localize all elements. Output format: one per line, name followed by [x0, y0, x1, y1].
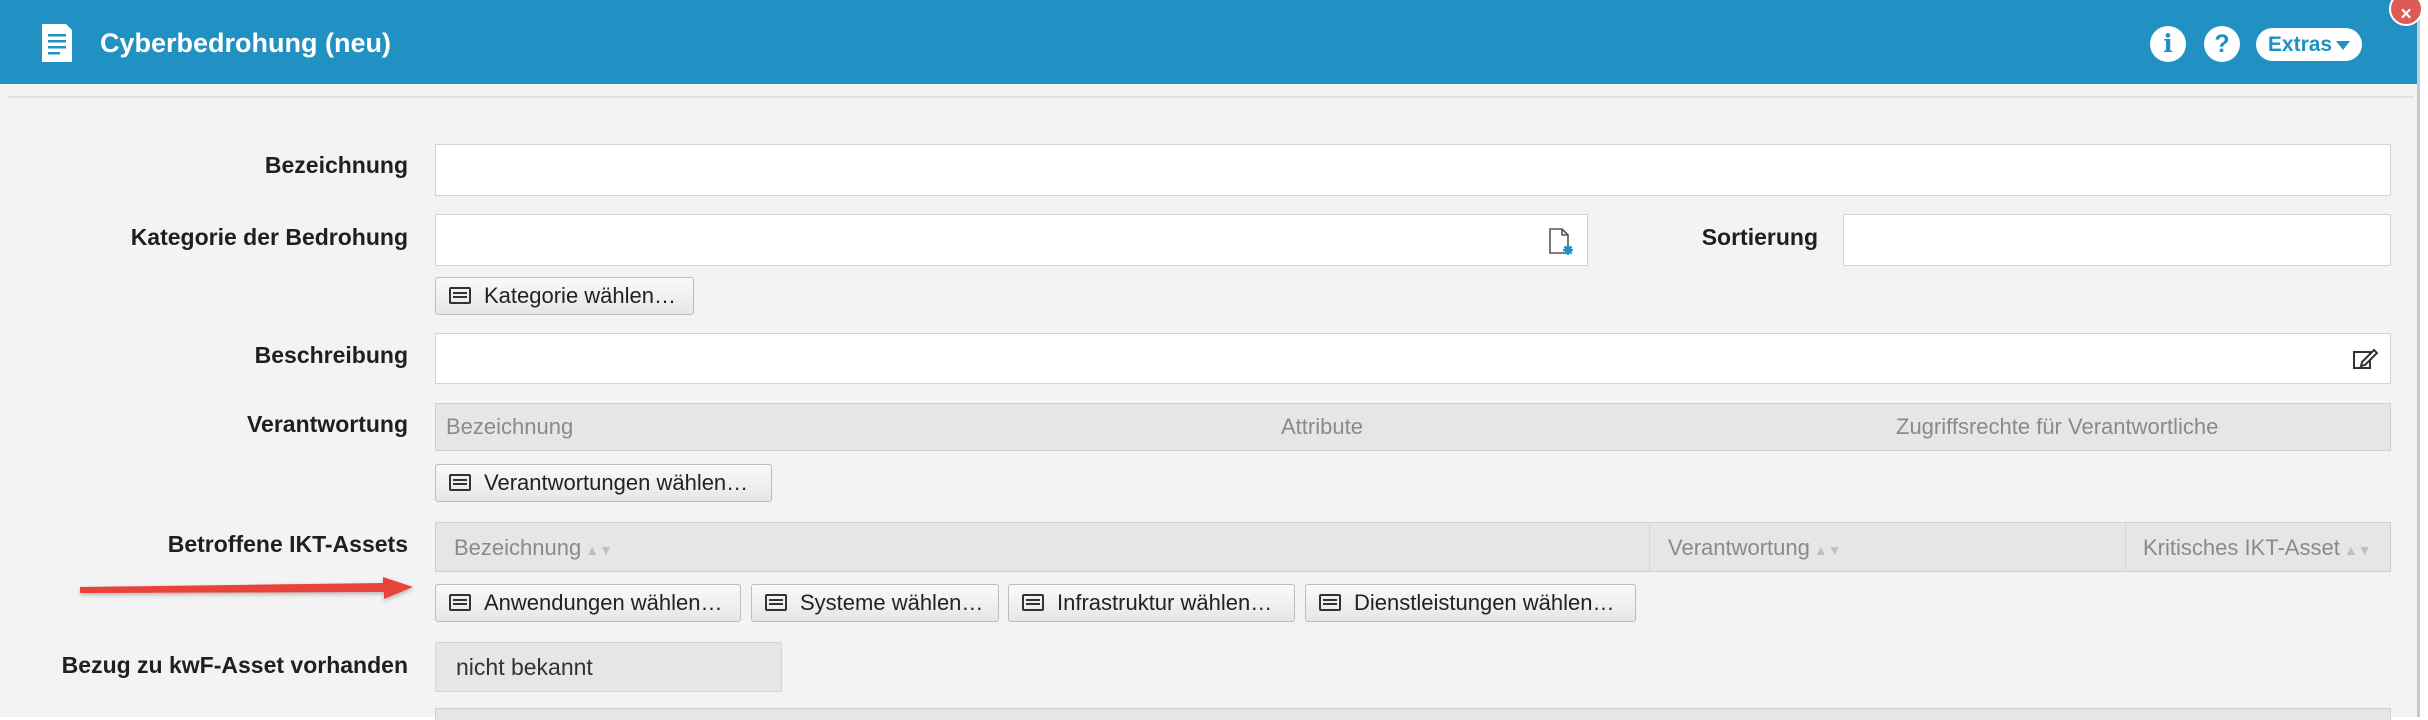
column-header-zugriffsrechte[interactable]: Zugriffsrechte für Verantwortliche [1896, 404, 2218, 450]
systeme-waehlen-button[interactable]: Systeme wählen… [751, 584, 999, 622]
column-label: Kritisches IKT-Asset [2143, 535, 2340, 560]
dienstleistungen-button-label: Dienstleistungen wählen… [1354, 590, 1615, 615]
kategorie-input[interactable] [435, 214, 1588, 266]
verantwortung-label: Verantwortung [246, 411, 408, 437]
verantwortungen-waehlen-button[interactable]: Verantwortungen wählen… [435, 464, 772, 502]
window-title: Cyberbedrohung (neu) [100, 28, 391, 58]
info-icon[interactable]: i [2150, 26, 2186, 62]
dialog-window: Cyberbedrohung (neu) i ? Extras × Bezeic… [0, 0, 2423, 720]
verantwortungen-button-label: Verantwortungen wählen… [484, 470, 749, 495]
header-divider [8, 96, 2414, 98]
anwendungen-button-label: Anwendungen wählen… [484, 590, 723, 615]
next-table-header [435, 708, 2391, 720]
assets-table-header: Bezeichnung ▲▼ Verantwortung ▲▼ Kritisches… [435, 522, 2391, 572]
sortierung-label: Sortierung [1701, 224, 1818, 250]
kategorie-waehlen-button[interactable]: Kategorie wählen… [435, 277, 694, 315]
help-icon[interactable]: ? [2204, 26, 2240, 62]
systeme-button-label: Systeme wählen… [800, 590, 984, 615]
list-icon [765, 594, 787, 611]
column-header-attribute[interactable]: Attribute [1281, 404, 1363, 450]
dienstleistungen-waehlen-button[interactable]: Dienstleistungen wählen… [1305, 584, 1636, 622]
list-icon [1022, 594, 1044, 611]
column-header-bezeichnung[interactable]: Bezeichnung [446, 404, 573, 450]
kategorie-label: Kategorie der Bedrohung [130, 224, 408, 250]
title-bar: Cyberbedrohung (neu) i ? Extras [0, 0, 2417, 84]
sort-icon: ▲▼ [2343, 542, 2372, 558]
list-icon [449, 287, 471, 304]
document-icon [42, 24, 72, 62]
column-label: Verantwortung [1668, 535, 1810, 560]
bezeichnung-input[interactable] [435, 144, 2391, 196]
list-icon [449, 594, 471, 611]
red-arrow [80, 577, 413, 599]
verantwortung-table-header: Bezeichnung Attribute Zugriffsrechte für… [435, 403, 2391, 451]
beschreibung-input[interactable] [435, 333, 2391, 384]
column-header-bezeichnung[interactable]: Bezeichnung ▲▼ [454, 523, 613, 575]
infrastruktur-waehlen-button[interactable]: Infrastruktur wählen… [1008, 584, 1295, 622]
list-icon [1319, 594, 1341, 611]
anwendungen-waehlen-button[interactable]: Anwendungen wählen… [435, 584, 741, 622]
caret-down-icon [2336, 40, 2351, 50]
column-header-verantwortung[interactable]: Verantwortung ▲▼ [1668, 523, 1842, 575]
beschreibung-label: Beschreibung [254, 342, 408, 368]
sortierung-input[interactable] [1843, 214, 2391, 266]
column-header-kritisch[interactable]: Kritisches IKT-Asset ▲▼ [2143, 523, 2372, 575]
extras-label: Extras [2267, 33, 2333, 56]
column-divider [2125, 523, 2126, 571]
sort-icon: ▲▼ [585, 542, 613, 558]
infrastruktur-button-label: Infrastruktur wählen… [1057, 590, 1273, 615]
edit-icon[interactable] [2352, 346, 2378, 372]
assets-label: Betroffene IKT-Assets [167, 531, 408, 557]
kwf-label: Bezug zu kwF-Asset vorhanden [61, 652, 408, 678]
bezeichnung-label: Bezeichnung [264, 152, 408, 178]
column-label: Bezeichnung [454, 535, 582, 560]
extras-menu-button[interactable]: Extras [2256, 28, 2362, 61]
kategorie-button-label: Kategorie wählen… [484, 283, 677, 308]
sort-icon: ▲▼ [1813, 542, 1842, 558]
kwf-value-field[interactable]: nicht bekannt [435, 642, 782, 692]
column-divider [1649, 523, 1650, 571]
list-icon [449, 474, 471, 491]
